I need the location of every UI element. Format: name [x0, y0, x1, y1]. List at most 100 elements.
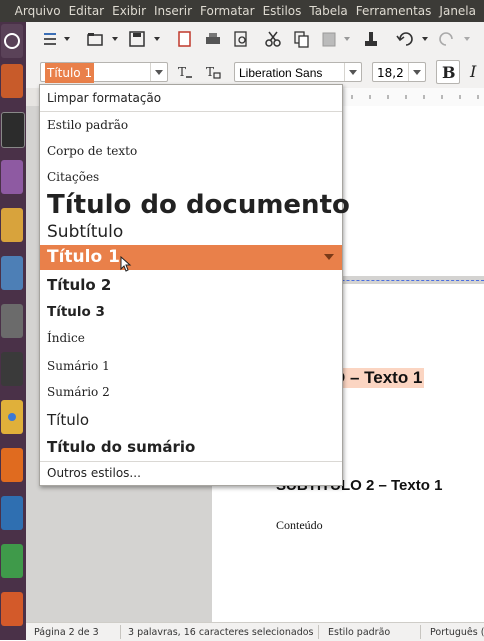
menu-editar[interactable]: Editar	[69, 4, 105, 18]
text-editor-icon[interactable]	[1, 160, 23, 194]
save-icon[interactable]	[128, 30, 146, 48]
export-pdf-icon[interactable]	[176, 30, 194, 48]
standard-toolbar	[26, 22, 484, 57]
ubuntu-menu-logo	[0, 0, 15, 22]
menu-arquivo[interactable]: Arquivo	[15, 4, 61, 18]
chevron-down-icon[interactable]	[408, 63, 425, 81]
language[interactable]: Português (	[430, 627, 484, 638]
style-item-titulo[interactable]: Título	[40, 407, 342, 433]
chrome-icon[interactable]	[1, 400, 23, 434]
ubuntu-dash-icon[interactable]	[1, 24, 23, 58]
clone-formatting-icon[interactable]	[362, 30, 380, 48]
status-separator	[420, 625, 421, 639]
heading1-selected-text[interactable]: O – Texto 1	[330, 368, 425, 388]
font-name-combo[interactable]: Liberation Sans	[234, 62, 362, 82]
style-item-label: Subtítulo	[47, 222, 124, 242]
style-item-subtitulo[interactable]: Subtítulo	[40, 221, 342, 245]
open-dropdown-icon[interactable]	[112, 37, 118, 41]
launcher-sidebar	[0, 22, 26, 640]
paste-icon[interactable]	[320, 30, 338, 48]
system-tool-icon[interactable]	[1, 304, 23, 338]
menu-inserir[interactable]: Inserir	[154, 4, 192, 18]
style-item-label: Título do sumário	[47, 438, 196, 456]
svg-text:B: B	[442, 63, 456, 82]
style-item-titulo-do-sumario[interactable]: Título do sumário	[40, 435, 342, 459]
bold-button[interactable]: B	[436, 60, 460, 84]
paragraph-style-combo[interactable]: Título 1	[40, 62, 168, 83]
style-item-label: Título	[47, 411, 90, 429]
style-item-label: Título 1	[47, 247, 120, 267]
style-item-titulo-3[interactable]: Título 3	[40, 301, 342, 323]
new-document-icon[interactable]	[42, 30, 60, 48]
new-dropdown-icon[interactable]	[64, 37, 70, 41]
svg-text:T: T	[178, 65, 186, 79]
style-item-estilo-padrao[interactable]: Estilo padrão	[40, 113, 342, 137]
style-item-titulo-2[interactable]: Título 2	[40, 273, 342, 297]
font-size-combo[interactable]: 18,2	[372, 62, 426, 82]
save-dropdown-icon[interactable]	[154, 37, 160, 41]
paste-dropdown-icon[interactable]	[344, 37, 350, 41]
style-item-sumario-1[interactable]: Sumário 1	[40, 355, 342, 379]
writer-icon[interactable]	[1, 496, 23, 530]
page-count[interactable]: Página 2 de 3	[34, 627, 99, 638]
undo-icon[interactable]	[396, 30, 414, 48]
svg-text:I: I	[469, 62, 477, 81]
files-icon[interactable]	[1, 64, 23, 98]
open-folder-icon[interactable]	[86, 30, 104, 48]
impress-icon[interactable]	[1, 592, 23, 626]
menu-tabela[interactable]: Tabela	[309, 4, 347, 18]
page-style[interactable]: Estilo padrão	[328, 627, 390, 638]
chevron-down-icon[interactable]	[150, 63, 167, 81]
style-options-arrow-icon[interactable]	[324, 254, 334, 260]
more-styles-label: Outros estilos...	[47, 466, 141, 480]
menu-formatar[interactable]: Formatar	[200, 4, 255, 18]
menu-ferramentas[interactable]: Ferramentas	[356, 4, 432, 18]
style-item-label: Estilo padrão	[47, 118, 129, 132]
audio-app-icon[interactable]	[1, 208, 23, 242]
style-item-titulo-do-documento[interactable]: Título do documento	[40, 189, 350, 223]
update-style-icon[interactable]: T	[176, 63, 194, 81]
redo-dropdown-icon[interactable]	[464, 37, 470, 41]
italic-button[interactable]: I	[466, 60, 484, 84]
new-style-icon[interactable]: T	[204, 63, 222, 81]
style-item-label: Título 2	[47, 276, 112, 294]
style-item-label: Sumário 2	[47, 385, 110, 399]
firefox-icon[interactable]	[1, 448, 23, 482]
paragraph-style-dropdown: Limpar formatação Estilo padrão Corpo de…	[39, 84, 350, 486]
style-item-label: Índice	[47, 331, 85, 345]
style-item-label: Citações	[47, 170, 100, 184]
clear-formatting-label: Limpar formatação	[47, 91, 162, 105]
style-item-label: Título do documento	[47, 190, 350, 220]
chevron-down-icon[interactable]	[344, 63, 361, 81]
status-separator	[318, 625, 319, 639]
cut-icon[interactable]	[264, 30, 282, 48]
font-size-value[interactable]: 18,2	[377, 63, 404, 83]
print-preview-icon[interactable]	[232, 30, 250, 48]
status-separator	[120, 625, 121, 639]
redo-icon[interactable]	[438, 30, 456, 48]
copy-icon[interactable]	[292, 30, 310, 48]
status-bar: Página 2 de 3 3 palavras, 16 caracteres …	[26, 622, 484, 641]
menu-exibir[interactable]: Exibir	[112, 4, 146, 18]
svg-text:T: T	[206, 65, 214, 79]
calc-icon[interactable]	[1, 544, 23, 578]
word-count[interactable]: 3 palavras, 16 caracteres selecionados	[128, 627, 314, 638]
style-item-sumario-2[interactable]: Sumário 2	[40, 381, 342, 405]
style-item-label: Título 3	[47, 304, 105, 320]
style-item-titulo-1[interactable]: Título 1	[40, 245, 342, 272]
style-item-citacoes[interactable]: Citações	[40, 165, 342, 189]
menu-estilos[interactable]: Estilos	[263, 4, 302, 18]
style-item-corpo-de-texto[interactable]: Corpo de texto	[40, 139, 342, 163]
terminal-icon[interactable]	[1, 112, 25, 148]
more-styles-item[interactable]: Outros estilos...	[40, 461, 342, 486]
body-text[interactable]: Conteúdo	[276, 518, 323, 533]
font-name-value[interactable]: Liberation Sans	[239, 63, 322, 83]
inkscape-icon[interactable]	[1, 352, 23, 386]
paragraph-style-value[interactable]: Título 1	[45, 63, 95, 83]
settings-icon[interactable]	[1, 256, 23, 290]
menu-janela[interactable]: Janela	[439, 4, 476, 18]
style-item-indice[interactable]: Índice	[40, 327, 342, 351]
print-icon[interactable]	[204, 30, 222, 48]
clear-formatting-item[interactable]: Limpar formatação	[40, 85, 342, 112]
undo-dropdown-icon[interactable]	[422, 37, 428, 41]
